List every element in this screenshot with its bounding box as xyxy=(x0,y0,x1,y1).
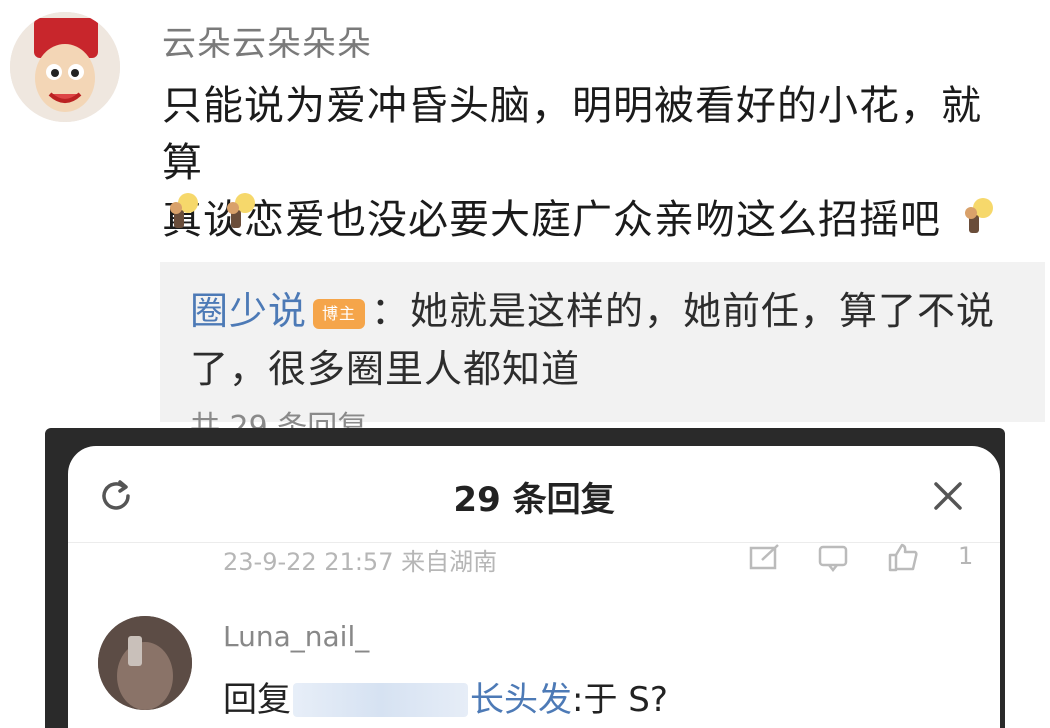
comment-username[interactable]: 云朵云朵朵朵 xyxy=(162,16,372,65)
like-count: 1 xyxy=(958,542,974,570)
reply-username[interactable]: Luna_nail_ xyxy=(223,620,369,653)
reply-text: 圈少说 博主 ：她就是这样的，她前任，算了不说了，很多圈里人都知道 xyxy=(190,282,1020,398)
emoji-row xyxy=(160,190,269,234)
share-icon[interactable] xyxy=(748,542,782,572)
comment-line-2: 真谈恋爱也没必要大庭广众亲吻这么招摇吧 xyxy=(162,197,941,243)
reply-preview[interactable]: 圈少说博主：她就是这样的，她前任，算了不说了，很多圈里人都知道 共 29 条回复 xyxy=(160,262,1045,445)
reply-meta: 23-9-22 21:57 来自湖南 xyxy=(223,548,498,576)
weibo-comment-section: 云朵云朵朵朵 只能说为爱冲昏头脑，明明被看好的小花，就算 真谈恋爱也没必要大庭广… xyxy=(0,0,1050,445)
lightbulb-person-icon xyxy=(964,198,993,233)
replies-sheet: 29 条回复 23-9-22 21:57 来自湖南 1 Luna_nail_ 回… xyxy=(68,446,1000,728)
comment-text: 只能说为爱冲昏头脑，明明被看好的小花，就算 真谈恋爱也没必要大庭广众亲吻这么招摇… xyxy=(162,78,1022,249)
blurred-username xyxy=(293,683,468,717)
reply-body: 回复 长头发:于 S? xyxy=(223,672,668,721)
avatar[interactable] xyxy=(98,616,192,710)
lightbulb-person-icon xyxy=(170,193,198,228)
close-icon[interactable] xyxy=(928,476,968,516)
comment-icon[interactable] xyxy=(817,542,851,573)
sheet-title: 29 条回复 xyxy=(453,480,615,520)
reply-actions xyxy=(748,542,950,576)
reply-prefix: 回复 xyxy=(223,680,291,720)
comment-line-1: 只能说为爱冲昏头脑，明明被看好的小花，就算 xyxy=(162,83,982,186)
like-icon[interactable] xyxy=(886,542,920,572)
avatar[interactable] xyxy=(10,12,120,122)
reply-mention[interactable]: 长头发 xyxy=(470,680,572,720)
reply-suffix: :于 S? xyxy=(572,680,668,720)
reply-author[interactable]: 圈少说 xyxy=(190,289,307,333)
lightbulb-person-icon xyxy=(227,193,256,228)
reply-content: ：她就是这样的，她前任，算了不说了，很多圈里人都知道 xyxy=(190,289,996,391)
blogger-badge: 博主 xyxy=(313,299,366,329)
